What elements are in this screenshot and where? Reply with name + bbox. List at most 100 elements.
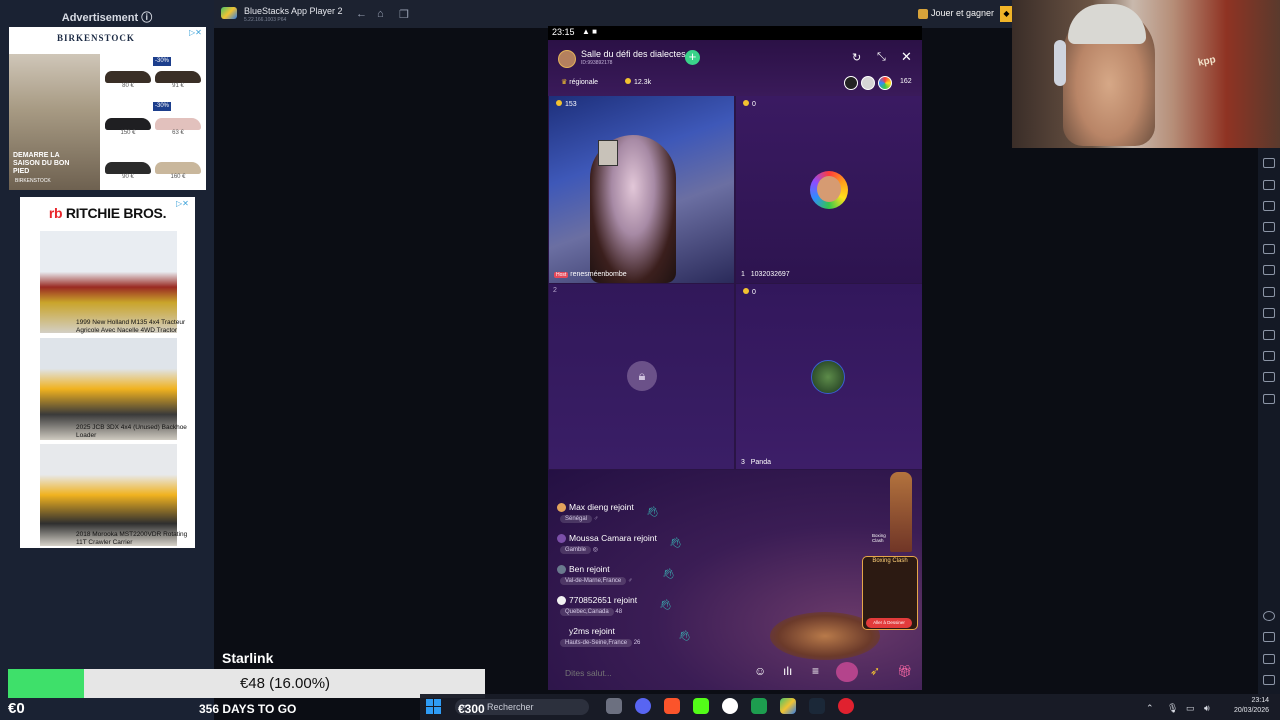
room-avatar[interactable] — [558, 50, 576, 68]
media-player-icon[interactable] — [838, 698, 854, 714]
brave-icon[interactable] — [664, 698, 680, 714]
follow-button[interactable]: + — [685, 50, 700, 65]
steam-icon[interactable] — [809, 698, 825, 714]
chat-message[interactable]: Moussa Camara rejoint Gamble ◎ — [557, 533, 657, 555]
layers-icon[interactable] — [1263, 351, 1275, 361]
emoji-icon[interactable]: ☺ — [754, 664, 766, 678]
location-icon[interactable] — [1263, 330, 1275, 340]
days-remaining: 356 DAYS TO GO — [199, 702, 297, 716]
tray-expand-icon[interactable]: ⌃ — [1146, 703, 1154, 714]
seat-avatar-face — [817, 176, 841, 202]
chat-message[interactable]: y2ms rejoint Hauts-de-Seine,France 26 — [557, 626, 640, 648]
screenshot-icon[interactable] — [1263, 201, 1275, 211]
chat-input[interactable] — [565, 668, 745, 678]
ritchie-bros-ad[interactable]: ▷✕ rb RITCHIE BROS. 1999 New Holland M13… — [20, 197, 195, 548]
seat-name: 1 1032032697 — [741, 271, 790, 278]
recent-apps-icon[interactable]: ❐ — [399, 8, 409, 21]
apk-install-icon[interactable] — [1263, 265, 1275, 275]
home-icon[interactable]: ⌂ — [377, 8, 384, 20]
listing-caption[interactable]: 2025 JCB 3DX 4x4 (Unused) Backhoe Loader — [76, 424, 194, 440]
task-view-icon[interactable] — [606, 698, 622, 714]
chat-message[interactable]: Ben rejoint Val-de-Marne,France ♂ — [557, 564, 632, 586]
game-card-title: Boxing Clash — [872, 558, 908, 564]
seat-name: 3 Panda — [741, 459, 771, 466]
minimize-icon[interactable]: ⤡ — [877, 51, 886, 64]
version-label: 5.22.166.1003 P64 — [244, 17, 287, 23]
advertisement-header: Advertisement ⓘ — [61, 12, 153, 24]
clock-date[interactable]: 20/03/2026 — [1221, 707, 1269, 714]
window-title: BlueStacks App Player 2 — [244, 6, 343, 16]
keyboard-icon[interactable] — [1263, 158, 1275, 168]
birkenstock-ad[interactable]: BIRKENSTOCK ▷✕ DEMARRE LA SAISON DU BON … — [9, 27, 206, 190]
background-decor — [890, 472, 912, 552]
sheets-icon[interactable] — [751, 698, 767, 714]
kick-icon[interactable] — [693, 698, 709, 714]
chat-message[interactable]: 770852651 rejoint Quebec,Canada 48 — [557, 595, 637, 617]
wave-icon[interactable]: 👋︎ — [678, 631, 691, 642]
seat-coins: 0 — [743, 100, 756, 108]
viewer-avatar[interactable] — [878, 76, 892, 90]
popularity-tag[interactable]: 12.3k — [625, 78, 651, 86]
product: 160 € — [155, 162, 201, 180]
gamepad-icon[interactable] — [1263, 180, 1275, 190]
event-icon[interactable] — [836, 662, 858, 682]
goal-target: €300 — [458, 702, 485, 716]
windows-start-icon[interactable] — [426, 699, 441, 714]
tractor-image[interactable] — [40, 231, 177, 333]
android-status-bar — [548, 26, 922, 40]
viewer-avatar[interactable] — [861, 76, 875, 90]
wave-icon[interactable]: 👋︎ — [659, 600, 672, 611]
product: 90 € — [105, 162, 151, 180]
recents-nav-icon[interactable] — [1263, 675, 1275, 685]
close-icon[interactable]: ✕ — [901, 49, 912, 65]
listing-caption[interactable]: 1999 New Holland M135 4x4 Tracteur Agric… — [76, 319, 194, 335]
status-time: 23:15 — [552, 27, 575, 37]
wave-icon[interactable]: 👋︎ — [662, 569, 675, 580]
audio-wave-icon[interactable]: ılı — [783, 664, 792, 678]
lock-icon[interactable]: 🔒︎ — [627, 361, 657, 391]
chat-message[interactable]: Max dieng rejoint Sénégal ♂ — [557, 502, 634, 524]
home-nav-icon[interactable] — [1263, 654, 1275, 664]
search-label[interactable]: Rechercher — [487, 702, 534, 712]
listing-caption[interactable]: 2018 Morooka MST2200VDR Rotating 11T Cra… — [76, 531, 194, 547]
settings-icon[interactable] — [1263, 611, 1275, 621]
back-icon[interactable]: ← — [356, 8, 367, 20]
volume-icon[interactable]: 🔊︎ — [1204, 703, 1210, 714]
gift-icon[interactable] — [918, 9, 928, 19]
microphone-icon[interactable]: 🎙︎ — [1167, 703, 1178, 714]
record-icon[interactable] — [1263, 222, 1275, 232]
play-and-earn-button[interactable]: Jouer et gagner — [931, 8, 994, 18]
back-nav-icon[interactable] — [1263, 632, 1275, 642]
rocket-icon[interactable]: ➶ — [870, 664, 880, 678]
menu-icon[interactable]: ≡ — [812, 664, 819, 678]
network-icon[interactable]: ▭ — [1186, 703, 1195, 714]
gift-icon[interactable]: 🎁︎ — [897, 664, 912, 678]
seat-avatar[interactable] — [811, 360, 845, 394]
clock-time[interactable]: 23:14 — [1221, 697, 1269, 704]
ritchie-bros-logo: rb RITCHIE BROS. — [48, 205, 167, 221]
discord-icon[interactable] — [635, 698, 651, 714]
wall-poster — [598, 140, 618, 166]
wave-icon[interactable]: 👋︎ — [646, 507, 659, 518]
multi-instance-icon[interactable] — [1263, 287, 1275, 297]
adchoices-icon[interactable]: ▷✕ — [189, 28, 202, 37]
bluestacks-logo — [221, 7, 237, 19]
game-card-button[interactable]: Aller à Dessiner — [866, 618, 912, 628]
region-tag[interactable]: ♛ régionale — [561, 78, 598, 86]
wave-icon[interactable]: 👋︎ — [669, 538, 682, 549]
sync-icon[interactable] — [1263, 372, 1275, 382]
viewer-count[interactable]: 162 — [900, 78, 912, 85]
share-icon[interactable]: ↻ — [852, 51, 861, 64]
product: 91 € — [155, 71, 201, 89]
eco-mode-icon[interactable] — [1263, 308, 1275, 318]
info-icon[interactable]: ⓘ — [141, 12, 152, 24]
room-id: ID:993892178 — [581, 60, 613, 66]
bluestacks-icon[interactable] — [780, 698, 796, 714]
game-label[interactable]: Boxing Clash — [872, 533, 886, 543]
birkenstock-logo: BIRKENSTOCK — [57, 33, 135, 43]
viewer-avatar[interactable] — [844, 76, 858, 90]
seat-name: Host renesméenbombe — [554, 271, 627, 278]
more-icon[interactable] — [1263, 394, 1275, 404]
chrome-icon[interactable] — [722, 698, 738, 714]
media-folder-icon[interactable] — [1263, 244, 1275, 254]
